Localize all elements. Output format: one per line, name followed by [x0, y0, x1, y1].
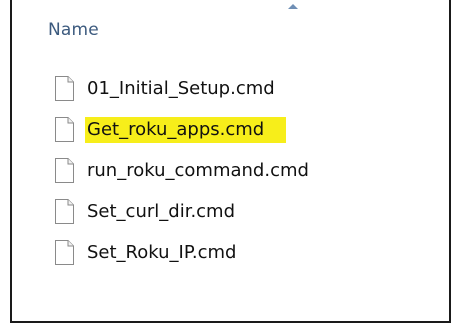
file-item-set-roku-ip[interactable]: Set_Roku_IP.cmd [54, 238, 315, 267]
document-icon [55, 199, 74, 224]
file-name: Set_Roku_IP.cmd [87, 241, 237, 263]
file-explorer-pane: Name 01_Initial_Setup.cmd Get_roku_apps.… [10, 0, 451, 323]
document-icon [55, 158, 74, 183]
file-list: 01_Initial_Setup.cmd Get_roku_apps.cmd r… [54, 74, 315, 279]
name-column-header[interactable]: Name [12, 0, 449, 58]
file-item-run-roku-command[interactable]: run_roku_command.cmd [54, 156, 315, 185]
file-name: run_roku_command.cmd [87, 159, 309, 181]
sort-ascending-icon [288, 4, 298, 9]
file-name: Set_curl_dir.cmd [87, 200, 236, 222]
document-icon [55, 240, 74, 265]
file-item-get-roku-apps[interactable]: Get_roku_apps.cmd [54, 115, 315, 144]
file-name: 01_Initial_Setup.cmd [87, 77, 275, 99]
file-item-initial-setup[interactable]: 01_Initial_Setup.cmd [54, 74, 315, 103]
file-name-highlighted: Get_roku_apps.cmd [85, 116, 287, 143]
document-icon [55, 76, 74, 101]
column-header-label: Name [48, 20, 99, 40]
document-icon [55, 117, 74, 142]
file-item-set-curl-dir[interactable]: Set_curl_dir.cmd [54, 197, 315, 226]
